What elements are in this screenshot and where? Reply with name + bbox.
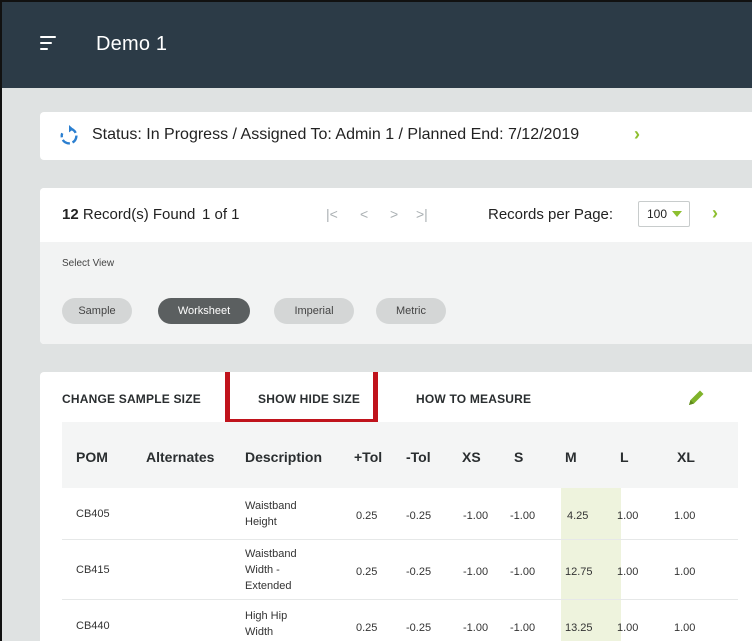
cell-xl: 1.00 [674, 510, 696, 522]
description-line: High Hip [245, 610, 288, 622]
records-card: 12 Record(s) Found 1 of 1 |< < > >| Reco… [40, 188, 752, 344]
caret-down-icon [672, 211, 682, 217]
cell-s: -1.00 [510, 566, 536, 578]
top-bar: Demo 1 [2, 2, 752, 88]
description-line: Waistband [245, 500, 297, 512]
cell-xl: 1.00 [674, 566, 696, 578]
cell-m: 12.75 [565, 566, 593, 578]
column-header-minus-tol[interactable]: -Tol [406, 449, 431, 465]
prev-page-button[interactable]: < [360, 206, 368, 222]
cell-xs: -1.00 [463, 622, 489, 634]
view-pill-imperial[interactable]: Imperial [274, 298, 354, 324]
column-header-xl[interactable]: XL [677, 449, 695, 465]
app-window: Demo 1 Status: In Progress / Assigned To… [0, 0, 752, 641]
column-header-pom[interactable]: POM [76, 449, 108, 465]
select-view-label: Select View [62, 258, 115, 269]
column-header-s[interactable]: S [514, 449, 523, 465]
cell-pom: CB440 [76, 620, 110, 632]
cell-minus-tol: -0.25 [406, 566, 432, 578]
cell-description: Waistband Width - Extended [245, 546, 297, 594]
highlight-annotation-box [225, 372, 378, 424]
cell-xs: -1.00 [463, 510, 489, 522]
record-count-number: 12 [62, 206, 79, 223]
cell-xs: -1.00 [463, 566, 489, 578]
column-header-m[interactable]: M [565, 449, 577, 465]
records-chevron-icon[interactable]: › [712, 203, 718, 224]
next-page-button[interactable]: > [390, 206, 398, 222]
measurements-card: CHANGE SAMPLE SIZE SHOW HIDE SIZE HOW TO… [40, 372, 752, 641]
record-count: 12 Record(s) Found [62, 206, 195, 223]
cell-description: High Hip Width [245, 608, 287, 640]
view-selector-panel [40, 242, 752, 344]
view-pill-metric[interactable]: Metric [376, 298, 446, 324]
refresh-icon [60, 125, 78, 145]
table-row[interactable]: CB440 High Hip Width 0.25 -0.25 -1.00 -1… [62, 600, 738, 641]
table-row[interactable]: CB405 Waistband Height 0.25 -0.25 -1.00 … [62, 488, 738, 540]
page-indicator: 1 of 1 [202, 206, 240, 223]
column-header-xs[interactable]: XS [462, 449, 481, 465]
cell-m: 4.25 [567, 510, 589, 522]
description-line: Height [245, 516, 277, 528]
column-header-description[interactable]: Description [245, 449, 322, 465]
table-header: POM Alternates Description +Tol -Tol XS … [62, 422, 738, 488]
description-line: Width [245, 626, 274, 638]
pagination-bar: 12 Record(s) Found 1 of 1 |< < > >| Reco… [40, 188, 752, 242]
status-chevron-icon[interactable]: › [634, 124, 640, 145]
cell-m: 13.25 [565, 622, 593, 634]
cell-minus-tol: -0.25 [406, 622, 432, 634]
cell-plus-tol: 0.25 [356, 510, 378, 522]
cell-description: Waistband Height [245, 498, 297, 530]
page-title: Demo 1 [96, 33, 168, 55]
column-header-alternates[interactable]: Alternates [146, 449, 214, 465]
cell-pom: CB415 [76, 564, 110, 576]
description-line: Extended [245, 580, 292, 592]
last-page-button[interactable]: >| [416, 206, 428, 222]
description-line: Waistband [245, 548, 297, 560]
column-header-plus-tol[interactable]: +Tol [354, 449, 382, 465]
cell-l: 1.00 [617, 510, 639, 522]
hamburger-menu-icon[interactable] [40, 36, 62, 52]
records-per-page-value: 100 [647, 207, 668, 221]
table-row[interactable]: CB415 Waistband Width - Extended 0.25 -0… [62, 540, 738, 600]
pencil-icon[interactable] [686, 388, 706, 408]
cell-l: 1.00 [617, 566, 639, 578]
records-per-page-select[interactable]: 100 [638, 201, 690, 227]
view-pill-worksheet[interactable]: Worksheet [158, 298, 250, 324]
cell-xl: 1.00 [674, 622, 696, 634]
record-count-label: Record(s) Found [78, 206, 196, 223]
status-text: Status: In Progress / Assigned To: Admin… [92, 126, 580, 143]
records-per-page-label: Records per Page: [488, 206, 614, 223]
change-sample-size-link[interactable]: CHANGE SAMPLE SIZE [62, 392, 201, 406]
cell-plus-tol: 0.25 [356, 566, 378, 578]
cell-s: -1.00 [510, 622, 536, 634]
cell-s: -1.00 [510, 510, 536, 522]
cell-l: 1.00 [617, 622, 639, 634]
how-to-measure-link[interactable]: HOW TO MEASURE [416, 392, 531, 406]
view-pill-sample[interactable]: Sample [62, 298, 132, 324]
description-line: Width - [245, 564, 280, 576]
cell-pom: CB405 [76, 508, 110, 520]
column-header-l[interactable]: L [620, 449, 629, 465]
cell-plus-tol: 0.25 [356, 622, 378, 634]
cell-minus-tol: -0.25 [406, 510, 432, 522]
status-card[interactable]: Status: In Progress / Assigned To: Admin… [40, 112, 752, 160]
first-page-button[interactable]: |< [326, 206, 338, 222]
